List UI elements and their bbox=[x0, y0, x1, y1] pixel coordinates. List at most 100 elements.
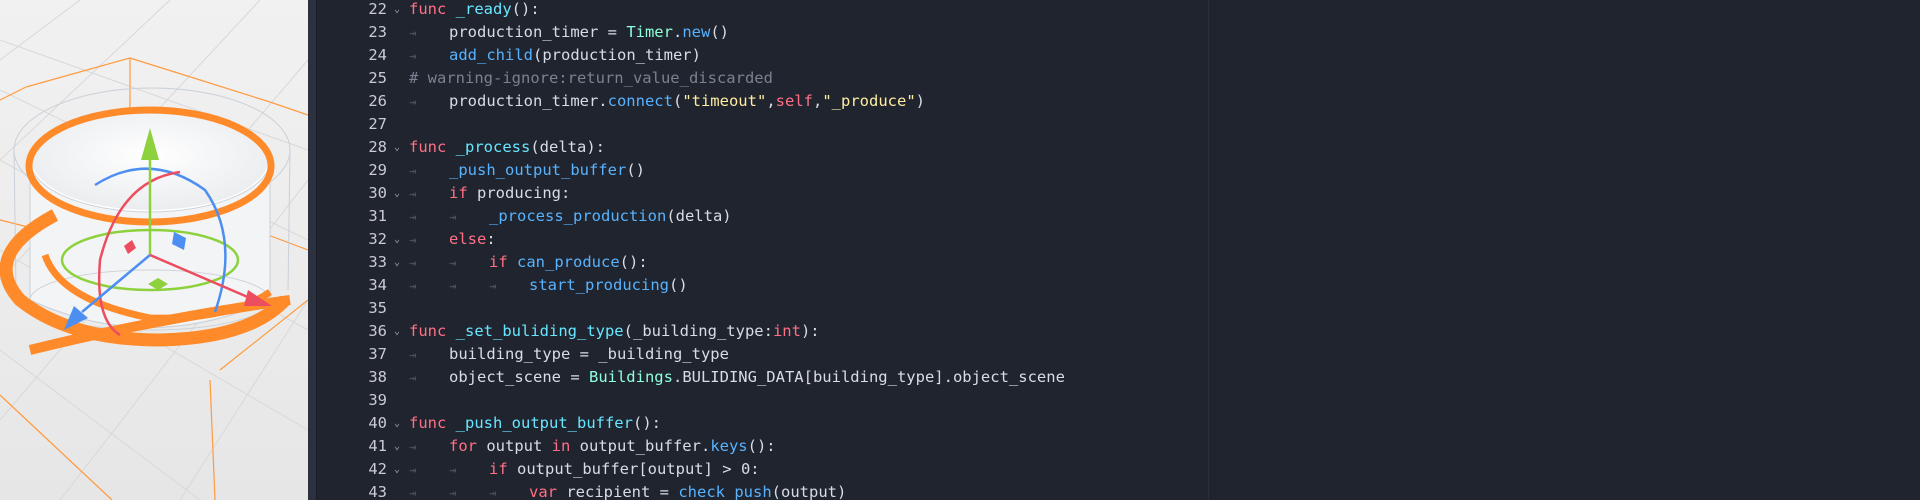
code-token: check_push bbox=[678, 483, 772, 500]
code-token: "timeout" bbox=[682, 92, 767, 110]
code-line[interactable]: 28 ⌄ func _process(delta): bbox=[317, 136, 1920, 159]
code-text[interactable]: ⇥ production_timer.connect("timeout",self… bbox=[409, 90, 925, 114]
code-token: object_scene = bbox=[449, 368, 589, 386]
code-text[interactable]: ⇥ building_type = _building_type bbox=[409, 343, 729, 367]
tab-indent-icon: ⇥ bbox=[409, 49, 417, 63]
code-token: (): bbox=[619, 253, 648, 271]
code-line[interactable]: 31 ⇥ ⇥ _process_production(delta) bbox=[317, 205, 1920, 228]
code-token: () bbox=[710, 23, 729, 41]
code-text[interactable]: ⇥ ⇥ ⇥ start_producing() bbox=[409, 274, 688, 298]
code-line[interactable]: 25 # warning-ignore:return_value_discarde… bbox=[317, 67, 1920, 90]
code-text[interactable]: ⇥ if producing: bbox=[409, 182, 570, 206]
code-token: keys bbox=[710, 437, 748, 455]
code-token: if bbox=[489, 253, 508, 271]
code-line[interactable]: 41 ⌄ ⇥ for output in output_buffer.keys(): bbox=[317, 435, 1920, 458]
fold-arrow-icon[interactable]: ⌄ bbox=[390, 182, 404, 205]
3d-viewport[interactable] bbox=[0, 0, 308, 500]
fold-arrow-icon[interactable]: ⌄ bbox=[390, 0, 404, 21]
code-line[interactable]: 39 bbox=[317, 389, 1920, 412]
code-text[interactable]: ⇥ ⇥ if can_produce(): bbox=[409, 251, 648, 275]
code-token: Timer bbox=[626, 23, 673, 41]
code-text[interactable]: ⇥ else: bbox=[409, 228, 496, 252]
line-number: 25 bbox=[368, 69, 387, 87]
script-editor[interactable]: 22 ⌄ func _ready(): 23 ⇥ production_timer = T… bbox=[317, 0, 1920, 500]
code-text[interactable]: ⇥ add_child(production_timer) bbox=[409, 44, 701, 68]
line-number: 34 bbox=[368, 276, 387, 294]
code-token: start_producing bbox=[529, 276, 669, 294]
fold-arrow-icon[interactable]: ⌄ bbox=[390, 458, 404, 481]
code-text[interactable]: ⇥ ⇥ ⇥ var recipient = check_push(output) bbox=[409, 481, 846, 500]
fold-arrow-icon[interactable]: ⌄ bbox=[390, 251, 404, 274]
code-text[interactable]: func _ready(): bbox=[409, 0, 540, 21]
code-line[interactable]: 23 ⇥ production_timer = Timer.new() bbox=[317, 21, 1920, 44]
code-token: _ready bbox=[455, 0, 512, 18]
code-line[interactable]: 36 ⌄ func _set_buliding_type(_building_typ… bbox=[317, 320, 1920, 343]
code-text[interactable]: func _set_buliding_type(_building_type:i… bbox=[409, 320, 820, 343]
code-token: add_child bbox=[449, 46, 533, 64]
code-line[interactable]: 29 ⇥ _push_output_buffer() bbox=[317, 159, 1920, 182]
line-number: 42 bbox=[368, 460, 387, 478]
code-line[interactable]: 37 ⇥ building_type = _building_type bbox=[317, 343, 1920, 366]
code-text[interactable]: ⇥ ⇥ _process_production(delta) bbox=[409, 205, 732, 229]
code-token: ) bbox=[915, 92, 925, 110]
code-text[interactable]: ⇥ ⇥ if output_buffer[output] > 0: bbox=[409, 458, 760, 482]
code-token: output bbox=[477, 437, 552, 455]
line-number: 27 bbox=[368, 115, 387, 133]
code-line[interactable]: 32 ⌄ ⇥ else: bbox=[317, 228, 1920, 251]
tab-indent-icon: ⇥ bbox=[409, 463, 417, 477]
tab-indent-icon: ⇥ bbox=[409, 164, 417, 178]
code-text[interactable]: ⇥ _push_output_buffer() bbox=[409, 159, 645, 183]
code-token: if bbox=[449, 184, 468, 202]
code-token: ): bbox=[800, 322, 820, 340]
code-token: .BULIDING_DATA[building_type].object_sce… bbox=[672, 368, 1065, 386]
code-lines: 22 ⌄ func _ready(): 23 ⇥ production_timer = T… bbox=[317, 0, 1920, 500]
code-line[interactable]: 26 ⇥ production_timer.connect("timeout",se… bbox=[317, 90, 1920, 113]
code-token: (): bbox=[632, 414, 661, 432]
code-line[interactable]: 42 ⌄ ⇥ ⇥ if output_buffer[output] > 0: bbox=[317, 458, 1920, 481]
code-token: can_produce bbox=[517, 253, 620, 271]
tab-indent-icon: ⇥ bbox=[409, 233, 417, 247]
fold-arrow-icon[interactable]: ⌄ bbox=[390, 320, 404, 343]
code-line[interactable]: 35 bbox=[317, 297, 1920, 320]
code-text[interactable]: ⇥ production_timer = Timer.new() bbox=[409, 21, 729, 45]
line-number: 37 bbox=[368, 345, 387, 363]
code-token: if bbox=[489, 460, 508, 478]
tab-indent-icon: ⇥ bbox=[449, 463, 457, 477]
code-token: () bbox=[668, 276, 688, 294]
code-line[interactable]: 38 ⇥ object_scene = Buildings.BULIDING_DAT… bbox=[317, 366, 1920, 389]
code-line[interactable]: 24 ⇥ add_child(production_timer) bbox=[317, 44, 1920, 67]
code-line[interactable]: 27 bbox=[317, 113, 1920, 136]
code-text[interactable]: ⇥ for output in output_buffer.keys(): bbox=[409, 435, 776, 459]
fold-arrow-icon[interactable]: ⌄ bbox=[390, 435, 404, 458]
code-token: "_produce" bbox=[822, 92, 916, 110]
fold-arrow-icon[interactable]: ⌄ bbox=[390, 228, 404, 251]
code-line[interactable]: 30 ⌄ ⇥ if producing: bbox=[317, 182, 1920, 205]
tab-indent-icon: ⇥ bbox=[409, 371, 417, 385]
code-text[interactable]: # warning-ignore:return_value_discarded bbox=[409, 67, 773, 90]
tab-indent-icon: ⇥ bbox=[449, 279, 457, 293]
code-token: _process_production bbox=[489, 207, 667, 225]
code-line[interactable]: 33 ⌄ ⇥ ⇥ if can_produce(): bbox=[317, 251, 1920, 274]
code-text[interactable]: ⇥ object_scene = Buildings.BULIDING_DATA[… bbox=[409, 366, 1065, 390]
code-token: (production_timer) bbox=[533, 46, 701, 64]
code-token: _push_output_buffer bbox=[449, 161, 627, 179]
code-token: func bbox=[409, 322, 447, 340]
fold-arrow-icon[interactable]: ⌄ bbox=[390, 412, 404, 435]
code-line[interactable]: 22 ⌄ func _ready(): bbox=[317, 0, 1920, 21]
code-line[interactable]: 34 ⇥ ⇥ ⇥ start_producing() bbox=[317, 274, 1920, 297]
tab-indent-icon: ⇥ bbox=[449, 256, 457, 270]
code-token: output_buffer[output] > 0: bbox=[507, 460, 760, 478]
code-text[interactable]: func _push_output_buffer(): bbox=[409, 412, 661, 435]
code-token: _set_buliding_type bbox=[455, 322, 624, 340]
code-token: func bbox=[409, 138, 447, 156]
code-line[interactable]: 40 ⌄ func _push_output_buffer(): bbox=[317, 412, 1920, 435]
code-text[interactable]: func _process(delta): bbox=[409, 136, 605, 159]
fold-arrow-icon[interactable]: ⌄ bbox=[390, 136, 404, 159]
code-token: (delta) bbox=[666, 207, 732, 225]
code-token: production_timer = bbox=[449, 23, 627, 41]
code-line[interactable]: 43 ⇥ ⇥ ⇥ var recipient = check_push(output) bbox=[317, 481, 1920, 500]
line-number: 22 bbox=[368, 0, 387, 18]
panel-splitter[interactable] bbox=[308, 0, 317, 500]
code-token: new bbox=[682, 23, 711, 41]
